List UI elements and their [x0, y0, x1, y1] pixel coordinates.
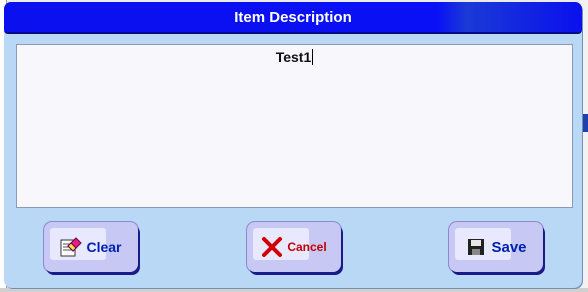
- background-blue-strip: [582, 114, 588, 132]
- save-button-label: Save: [491, 238, 527, 256]
- background-window-bottom: [0, 288, 588, 292]
- item-description-dialog: Item Description Test1 Clear Cancel Save: [4, 2, 582, 288]
- x-mark-icon: [261, 236, 283, 258]
- cancel-button-label: Cancel: [287, 240, 327, 254]
- clear-button[interactable]: Clear: [44, 222, 138, 272]
- save-button[interactable]: Save: [449, 222, 543, 272]
- floppy-disk-icon: [465, 236, 487, 258]
- clear-button-label: Clear: [86, 239, 122, 255]
- item-description-text: Test1: [275, 49, 314, 65]
- item-description-textarea[interactable]: Test1: [16, 44, 573, 208]
- dialog-title: Item Description: [4, 2, 582, 34]
- eraser-icon: [60, 236, 83, 258]
- cancel-button[interactable]: Cancel: [247, 222, 341, 272]
